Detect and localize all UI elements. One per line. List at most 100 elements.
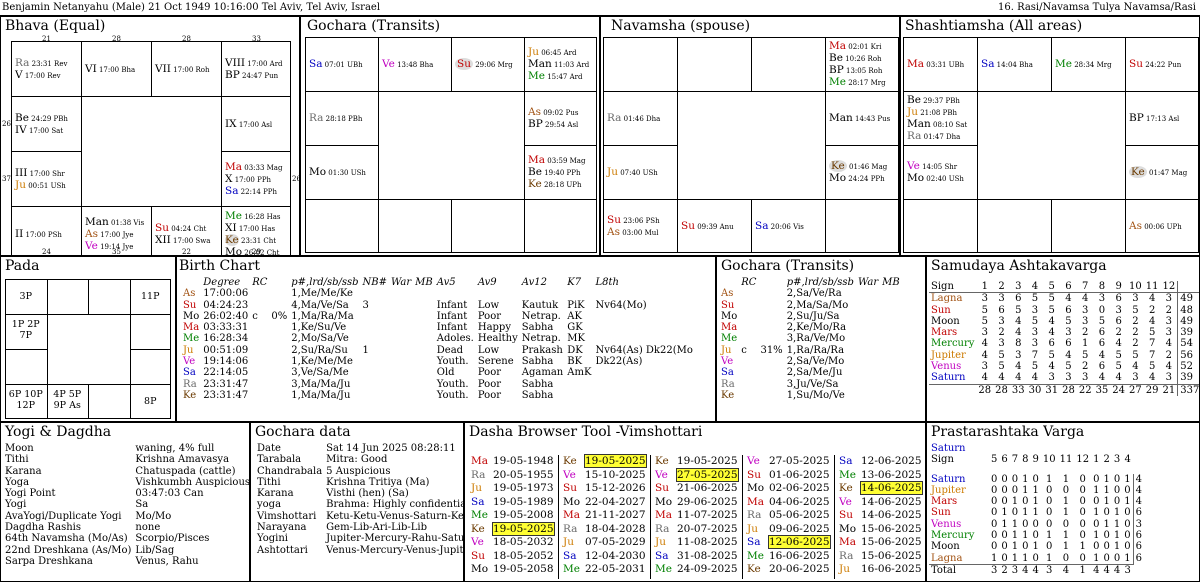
house-entry[interactable]: VII 17:00 Roh — [155, 63, 210, 76]
house-entry[interactable]: IX 17:00 Asl — [225, 118, 272, 131]
planet-entry[interactable]: Su 24:22 Pun — [1129, 58, 1181, 71]
dasha-period[interactable]: Ra 05-06-2025 — [747, 509, 830, 521]
dasha-period[interactable]: Ma 21-11-2027 — [563, 509, 646, 521]
planet-entry[interactable]: Sa 14:04 Bha — [981, 58, 1033, 71]
planet-entry[interactable]: As 03:00 Mul — [607, 226, 659, 239]
planet-entry[interactable]: Ve 13:48 Bha — [382, 58, 433, 71]
dasha-column[interactable]: Ke 19-05-2025 Ve 15-10-2025 Su 15-12-2026 Mo 22… — [559, 454, 651, 579]
planet-entry[interactable]: Ra 28:18 PBh — [309, 112, 362, 125]
dasha-period[interactable]: Ma 15-06-2025 — [839, 536, 922, 548]
dasha-period[interactable]: Su 15-12-2026 — [563, 482, 646, 494]
planet-entry[interactable]: Me 28:17 Mrg — [829, 76, 886, 89]
planet-entry[interactable]: Ke 28:18 UPh — [528, 178, 582, 191]
pada-chart[interactable]: 3P 11P 1P 2P 7P 6P 10P 12P 4P 5P 9P As 8P — [5, 279, 171, 419]
planet-entry[interactable]: Mo 24:24 PPh — [829, 172, 885, 185]
dasha-period[interactable]: Ke 19-05-2025 — [563, 454, 647, 468]
dasha-period[interactable]: Ve 27-05-2025 — [747, 455, 830, 467]
planet-entry[interactable]: Sa 20:06 Vis — [755, 220, 804, 233]
house-entry[interactable]: Sa 22:14 PPh — [225, 185, 277, 198]
house-entry[interactable]: XII 17:00 Swa — [155, 234, 210, 247]
dasha-period[interactable]: Ra 20-07-2025 — [655, 523, 738, 535]
dasha-column[interactable]: Ma 19-05-1948 Ra 20-05-1955 Ju 19-05-1973 Sa 19… — [467, 455, 559, 579]
dasha-browser[interactable]: Ma 19-05-1948 Ra 20-05-1955 Ju 19-05-1973 Sa 19… — [467, 454, 925, 579]
planet-entry[interactable]: Me 28:34 Mrg — [1055, 58, 1112, 71]
dasha-period[interactable]: Ke 20-06-2025 — [747, 563, 830, 575]
dasha-period[interactable]: Ma 11-07-2025 — [655, 509, 738, 521]
house-entry[interactable]: IV 17:00 Sat — [15, 124, 63, 137]
planet-entry[interactable]: Ra 01:47 Dha — [907, 130, 960, 143]
dasha-period[interactable]: Sa 12-04-2030 — [563, 550, 646, 562]
dasha-period[interactable]: Ke 19-05-2025 — [655, 455, 738, 467]
dasha-period[interactable]: Mo 29-06-2025 — [655, 496, 738, 508]
dasha-period[interactable]: Ma 04-06-2025 — [747, 496, 830, 508]
dasha-period[interactable]: Me 16-06-2025 — [747, 550, 830, 562]
planet-entry[interactable]: Ma 03:31 UBh — [907, 58, 964, 71]
dasha-period[interactable]: Ma 19-05-1948 — [471, 455, 554, 467]
house-entry[interactable]: BP 24:47 Pun — [225, 69, 278, 82]
dasha-period[interactable]: Su 01-06-2025 — [747, 469, 830, 481]
navamsha-chart[interactable]: Ma 02:01 Kri Be 10:26 Roh BP 13:05 Roh Me 2… — [603, 37, 899, 253]
chart-selector-label[interactable]: 16. Rasi/Navamsa Tulya Navamsa/Rasi — [998, 0, 1196, 16]
dasha-column[interactable]: Ve 27-05-2025 Su 01-06-2025 Mo 02-06-2025 Ma 04… — [743, 455, 835, 579]
pada-cell[interactable]: 8P — [133, 396, 169, 407]
bhava-chart[interactable]: Ra 23:31 Rev V 17:00 Rev VI 17:00 Bha VII 1… — [11, 41, 291, 255]
planet-entry[interactable]: Ke 01:47 Mag — [1129, 166, 1187, 179]
dasha-period[interactable]: Mo 02-06-2025 — [747, 482, 830, 494]
dasha-period[interactable]: Me 19-05-2008 — [471, 509, 554, 521]
shashtiamsha-chart[interactable]: Ma 03:31 UBh Sa 14:04 Bha Me 28:34 Mrg Su 2… — [903, 37, 1199, 253]
pada-cell[interactable]: 3P — [8, 291, 44, 302]
dasha-period[interactable]: Sa 12-06-2025 — [839, 455, 922, 467]
pada-cell[interactable]: 1P 2P 7P — [8, 319, 44, 341]
pada-cell[interactable]: 4P 5P 9P As — [50, 389, 86, 411]
planet-entry[interactable]: Mo 01:30 USh — [309, 166, 366, 179]
dasha-period[interactable]: Sa 12-06-2025 — [747, 535, 831, 549]
planet-entry[interactable]: Su 09:39 Anu — [681, 220, 734, 233]
planet-entry[interactable]: Sa 07:01 UBh — [309, 58, 363, 71]
dasha-period[interactable]: Ju 07-05-2029 — [563, 536, 646, 548]
house-entry[interactable]: VI 17:00 Bha — [85, 63, 135, 76]
pada-cell[interactable]: 11P — [133, 291, 169, 302]
dasha-period[interactable]: Mo 15-06-2025 — [839, 523, 922, 535]
house-entry[interactable]: II 17:00 PSh — [15, 228, 62, 241]
planet-entry[interactable]: Me 15:47 Ard — [528, 70, 582, 83]
gochara-chart[interactable]: Sa 07:01 UBh Ve 13:48 Bha Su 29:06 Mrg Ju 0… — [305, 37, 597, 253]
table-row: Sarpa Dreshkana Venus, Rahu — [3, 556, 249, 567]
dasha-period[interactable]: Su 21-06-2025 — [655, 482, 738, 494]
dasha-period[interactable]: Ju 19-05-1973 — [471, 482, 554, 494]
dasha-period[interactable]: Ke 19-05-2025 — [471, 521, 555, 536]
dasha-period[interactable]: Me 13-06-2025 — [839, 469, 922, 481]
dasha-period[interactable]: Me 22-05-2031 — [563, 563, 646, 575]
planet-entry[interactable]: Ra 01:46 Dha — [607, 112, 660, 125]
planet-entry[interactable]: Man 14:43 Pus — [829, 112, 890, 125]
house-entry[interactable]: Ju 00:51 USh — [15, 179, 66, 192]
dasha-column[interactable]: Sa 12-06-2025 Me 13-06-2025 Ke 14-06-2025 Ve 14… — [835, 455, 925, 579]
dasha-period[interactable]: Sa 19-05-1989 — [471, 496, 554, 508]
dasha-period[interactable]: Ve 27-05-2025 — [655, 467, 739, 482]
dasha-period[interactable]: Ve 15-10-2025 — [563, 469, 646, 481]
dasha-period[interactable]: Ju 09-06-2025 — [747, 523, 830, 535]
dasha-period[interactable]: Ju 11-08-2025 — [655, 536, 738, 548]
dasha-period[interactable]: Ra 15-06-2025 — [839, 550, 922, 562]
dasha-column[interactable]: Ke 19-05-2025 Ve 27-05-2025 Su 21-06-2025 Mo 29… — [651, 455, 743, 579]
dasha-period[interactable]: Mo 22-04-2027 — [563, 496, 646, 508]
dasha-period[interactable]: Su 14-06-2025 — [839, 509, 922, 521]
dasha-period[interactable]: Su 18-05-2052 — [471, 550, 554, 562]
house-entry[interactable]: V 17:00 Rev — [15, 69, 61, 82]
dasha-period[interactable]: Ra 18-04-2028 — [563, 523, 646, 535]
dasha-period[interactable]: Mo 19-05-2058 — [471, 563, 554, 575]
dasha-period[interactable]: Ke 14-06-2025 — [839, 481, 923, 495]
planet-entry[interactable]: As 00:06 UPh — [1129, 220, 1182, 233]
planet-entry[interactable]: BP 29:54 Asl — [528, 118, 578, 131]
dasha-period[interactable]: Ve 14-06-2025 — [839, 496, 922, 508]
dasha-period[interactable]: Ra 20-05-1955 — [471, 469, 554, 481]
planet-entry[interactable]: Ju 07:40 USh — [607, 166, 658, 179]
house-entry[interactable]: Ve 19:14 Jye — [85, 240, 133, 253]
planet-entry[interactable]: BP 17:13 Asl — [1129, 112, 1179, 125]
pada-cell[interactable]: 6P 10P 12P — [8, 389, 44, 411]
dasha-period[interactable]: Sa 31-08-2025 — [655, 550, 738, 562]
planet-entry[interactable]: Mo 02:40 USh — [907, 172, 964, 185]
dasha-period[interactable]: Ju 16-06-2025 — [839, 563, 922, 575]
dasha-period[interactable]: Me 24-09-2025 — [655, 563, 738, 575]
planet-entry[interactable]: Su 29:06 Mrg — [455, 58, 513, 71]
dasha-period[interactable]: Ve 18-05-2032 — [471, 536, 554, 548]
